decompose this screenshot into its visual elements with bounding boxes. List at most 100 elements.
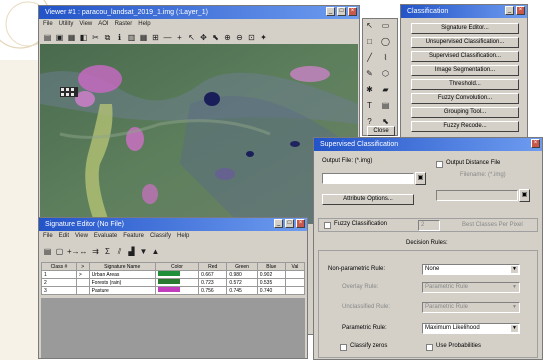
col-header[interactable]: Val	[284, 262, 306, 271]
pin-icon[interactable]: ↖	[187, 33, 196, 42]
nonparametric-rule-select[interactable]: None ▼	[422, 264, 520, 275]
sort-up-icon[interactable]: ▲	[151, 247, 160, 256]
maximize-button[interactable]: □	[285, 219, 294, 228]
zoom-out-icon[interactable]: ⊖	[235, 33, 244, 42]
cursor-icon[interactable]: ⬉	[381, 117, 390, 126]
grouping-tool-button[interactable]: Grouping Tool...	[411, 107, 519, 118]
box-icon[interactable]: □	[365, 37, 374, 46]
zoom-box-icon[interactable]: ⊡	[247, 33, 256, 42]
se-menu-file[interactable]: File	[43, 231, 53, 241]
signature-editor-button[interactable]: Signature Editor...	[411, 23, 519, 34]
signature-name[interactable]: Pasture	[88, 286, 156, 295]
line-icon[interactable]: ╱	[365, 53, 374, 62]
parametric-rule-select[interactable]: Maximum Likelihood ▼	[422, 323, 520, 334]
col-header[interactable]: Signature Name	[88, 262, 156, 271]
attribute-options-button[interactable]: Attribute Options...	[322, 194, 414, 205]
replace-icon[interactable]: ↔	[79, 247, 88, 256]
fuzzy-layers-stepper[interactable]: 2	[418, 220, 440, 231]
satellite-image[interactable]	[40, 44, 358, 224]
color-swatch[interactable]	[154, 286, 200, 295]
menu-raster[interactable]: Raster	[115, 19, 133, 29]
color-swatch[interactable]	[154, 278, 200, 287]
select-icon[interactable]: ↖	[365, 21, 374, 30]
color-swatch[interactable]	[154, 270, 200, 279]
threshold-button[interactable]: Threshold...	[411, 79, 519, 90]
table-icon[interactable]: ▦	[139, 33, 148, 42]
table-row[interactable]: 1 > Urban Areas 0.667 0.980 0.902	[41, 270, 306, 279]
supervised-classification-button[interactable]: Supervised Classification...	[411, 51, 519, 62]
rectangle-icon[interactable]: ▭	[381, 21, 390, 30]
col-header[interactable]: Green	[226, 262, 258, 271]
paint-icon[interactable]: ▰	[381, 85, 390, 94]
add-icon[interactable]: +→	[67, 247, 80, 256]
sigma-icon[interactable]: Σ	[103, 247, 112, 256]
output-file-browse-button[interactable]: ▣	[415, 172, 426, 185]
viewer-titlebar[interactable]: Viewer #1 : paracou_landsat_2019_1.img (…	[39, 6, 359, 19]
use-probabilities-checkbox[interactable]	[426, 344, 433, 351]
distance-file-input[interactable]	[436, 190, 518, 201]
se-menu-help[interactable]: Help	[177, 231, 189, 241]
ellipse-icon[interactable]: ◯	[381, 37, 390, 46]
menu-utility[interactable]: Utility	[59, 19, 74, 29]
grid-icon[interactable]: ▥	[127, 33, 136, 42]
save-icon[interactable]: ▣	[55, 33, 64, 42]
overlay-rule-select[interactable]: Parametric Rule ▼	[422, 282, 520, 293]
signature-name[interactable]: Forests (rain)	[88, 278, 156, 287]
minimize-button[interactable]: _	[326, 7, 335, 16]
output-distance-checkbox[interactable]	[436, 161, 443, 168]
minus-icon[interactable]: —	[163, 33, 172, 42]
open-icon[interactable]: ▤	[43, 33, 52, 42]
crosshair-icon[interactable]: +	[175, 33, 184, 42]
fuzzy-classification-checkbox[interactable]	[324, 222, 331, 229]
cut-icon[interactable]: ✂	[91, 33, 100, 42]
help-icon[interactable]: ?	[365, 117, 374, 126]
zoom-in-icon[interactable]: ⊕	[223, 33, 232, 42]
print-icon[interactable]: ▦	[67, 33, 76, 42]
menu-view[interactable]: View	[79, 19, 92, 29]
col-header[interactable]: Class #	[41, 262, 77, 271]
se-menu-view[interactable]: View	[75, 231, 88, 241]
supervised-titlebar[interactable]: Supervised Classification ×	[314, 138, 542, 151]
menu-help[interactable]: Help	[138, 19, 150, 29]
close-button[interactable]: ×	[296, 219, 305, 228]
se-menu-feature[interactable]: Feature	[123, 231, 144, 241]
table-row[interactable]: 2 Forests (rain) 0.723 0.572 0.535	[41, 278, 306, 287]
layer-icon[interactable]: ◧	[79, 33, 88, 42]
col-header[interactable]: Color	[154, 262, 200, 271]
tools-close-button[interactable]: Close	[367, 126, 395, 136]
se-menu-edit[interactable]: Edit	[59, 231, 69, 241]
merge-icon[interactable]: ⇉	[91, 247, 100, 256]
classification-titlebar[interactable]: Classification _ ×	[401, 5, 527, 18]
roam-icon[interactable]: ✦	[259, 33, 268, 42]
col-header[interactable]: Red	[198, 262, 228, 271]
col-header[interactable]: Blue	[256, 262, 286, 271]
seed-icon[interactable]: ✱	[365, 85, 374, 94]
arrow-icon[interactable]: ⬉	[211, 33, 220, 42]
measure-icon[interactable]: ⊞	[151, 33, 160, 42]
unclassified-rule-select[interactable]: Parametric Rule ▼	[422, 302, 520, 313]
histogram-icon[interactable]: ⫽	[115, 247, 124, 256]
distance-file-browse-button[interactable]: ▣	[519, 189, 530, 202]
info-icon[interactable]: ℹ	[115, 33, 124, 42]
open-icon[interactable]: ▤	[43, 247, 52, 256]
col-header[interactable]: >	[75, 262, 90, 271]
polyline-icon[interactable]: ⌇	[381, 53, 390, 62]
polygon-icon[interactable]: ⬡	[381, 69, 390, 78]
sort-down-icon[interactable]: ▼	[139, 247, 148, 256]
new-icon[interactable]: ▢	[55, 247, 64, 256]
text-icon[interactable]: T	[365, 101, 374, 110]
pan-icon[interactable]: ✥	[199, 33, 208, 42]
minimize-button[interactable]: _	[505, 6, 514, 15]
unsupervised-classification-button[interactable]: Unsupervised Classification...	[411, 37, 519, 48]
close-button[interactable]: ×	[516, 6, 525, 15]
image-segmentation-button[interactable]: Image Segmentation...	[411, 65, 519, 76]
close-button[interactable]: ×	[348, 7, 357, 16]
table-row[interactable]: 3 Pasture 0.756 0.745 0.740	[41, 286, 306, 295]
fuzzy-convolution-button[interactable]: Fuzzy Convolution...	[411, 93, 519, 104]
classify-zeros-checkbox[interactable]	[340, 344, 347, 351]
maximize-button[interactable]: □	[337, 7, 346, 16]
se-menu-evaluate[interactable]: Evaluate	[94, 231, 117, 241]
fuzzy-recode-button[interactable]: Fuzzy Recode...	[411, 121, 519, 132]
output-file-input[interactable]	[322, 173, 414, 184]
se-menu-classify[interactable]: Classify	[150, 231, 171, 241]
